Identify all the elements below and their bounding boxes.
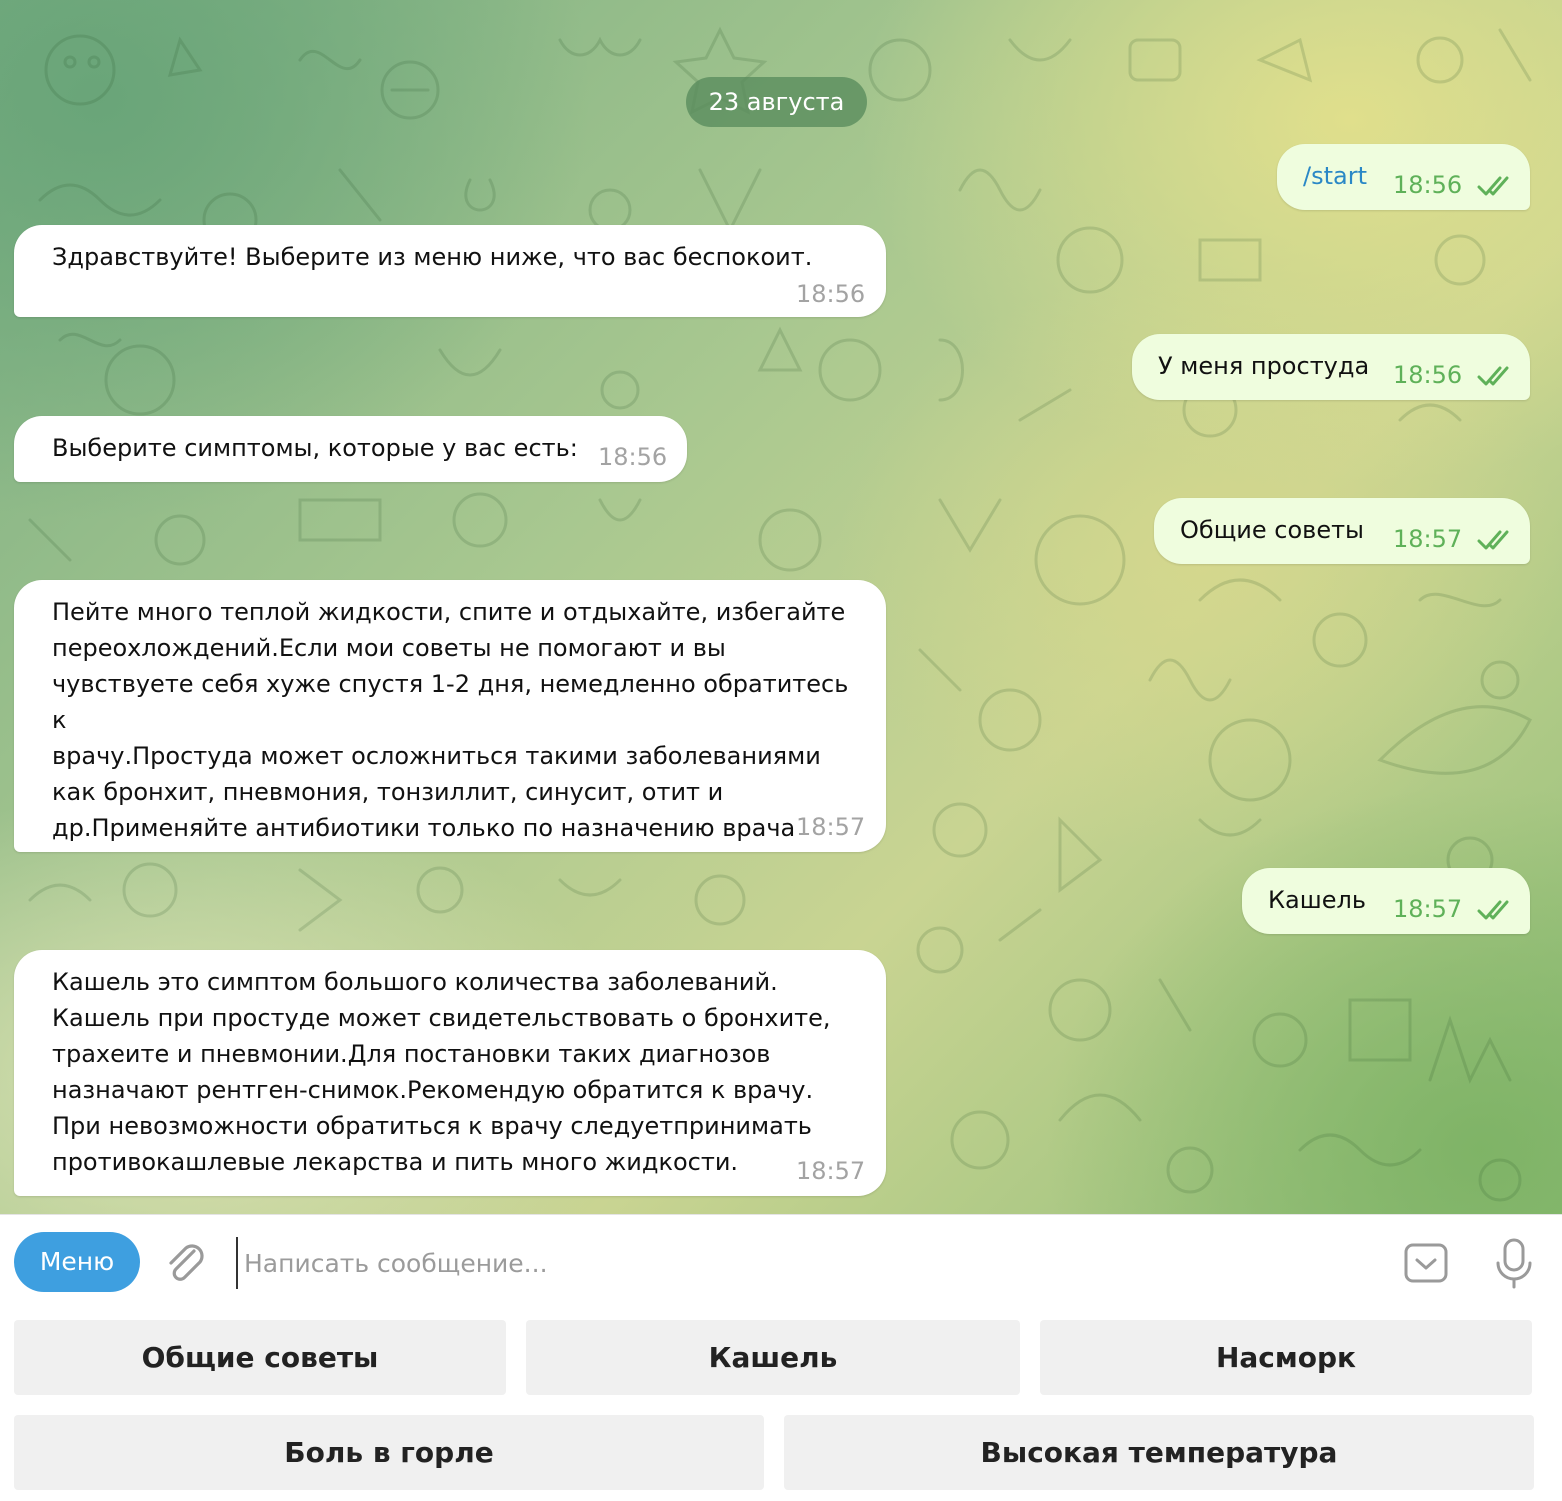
microphone-icon[interactable] xyxy=(1490,1237,1538,1289)
message-incoming[interactable]: Здравствуйте! Выберите из меню ниже, что… xyxy=(14,225,886,317)
message-time: 18:57 xyxy=(796,1157,866,1185)
keyboard-toggle-icon[interactable] xyxy=(1402,1239,1450,1287)
read-double-check-icon xyxy=(1477,176,1509,196)
bot-menu-button[interactable]: Меню xyxy=(14,1232,140,1292)
date-separator: 23 августа xyxy=(686,77,867,127)
message-time: 18:56 xyxy=(598,443,668,471)
keyboard-button-sore-throat[interactable]: Боль в горле xyxy=(14,1415,764,1490)
keyboard-button-cough[interactable]: Кашель xyxy=(526,1320,1020,1395)
paperclip-icon[interactable] xyxy=(160,1237,208,1285)
message-text: Кашель это симптом большого количества з… xyxy=(52,968,831,1176)
message-composer: Меню xyxy=(0,1214,1562,1309)
message-incoming[interactable]: Кашель это симптом большого количества з… xyxy=(14,950,886,1196)
message-text: Кашель xyxy=(1268,886,1366,914)
message-outgoing[interactable]: Общие советы 18:57 xyxy=(1154,498,1530,564)
message-time: 18:56 xyxy=(1393,171,1463,199)
message-text: Здравствуйте! Выберите из меню ниже, что… xyxy=(52,243,813,271)
message-input[interactable] xyxy=(236,1237,1386,1289)
keyboard-button-high-fever[interactable]: Высокая температура xyxy=(784,1415,1534,1490)
reply-keyboard: Общие советы Кашель Насморк Боль в горле… xyxy=(0,1308,1562,1501)
message-text: Пейте много теплой жидкости, спите и отд… xyxy=(52,598,849,842)
message-outgoing[interactable]: У меня простуда 18:56 xyxy=(1132,334,1530,400)
telegram-chat-window: 23 августа /start 18:56 Здравствуйте! Вы… xyxy=(0,0,1562,1501)
message-time: 18:56 xyxy=(1393,361,1463,389)
keyboard-button-general-advice[interactable]: Общие советы xyxy=(14,1320,506,1395)
message-outgoing[interactable]: Кашель 18:57 xyxy=(1242,868,1530,934)
message-incoming[interactable]: Выберите симптомы, которые у вас есть: 1… xyxy=(14,416,687,482)
message-outgoing[interactable]: /start 18:56 xyxy=(1277,144,1530,210)
read-double-check-icon xyxy=(1477,530,1509,550)
chat-history[interactable]: 23 августа /start 18:56 Здравствуйте! Вы… xyxy=(0,0,1562,1214)
message-time: 18:57 xyxy=(1393,895,1463,923)
message-time: 18:57 xyxy=(796,813,866,841)
message-time: 18:56 xyxy=(796,280,866,308)
keyboard-button-runny-nose[interactable]: Насморк xyxy=(1040,1320,1532,1395)
message-incoming[interactable]: Пейте много теплой жидкости, спите и отд… xyxy=(14,580,886,852)
read-double-check-icon xyxy=(1477,900,1509,920)
message-time: 18:57 xyxy=(1393,525,1463,553)
read-double-check-icon xyxy=(1477,366,1509,386)
message-text: Выберите симптомы, которые у вас есть: xyxy=(52,434,578,462)
